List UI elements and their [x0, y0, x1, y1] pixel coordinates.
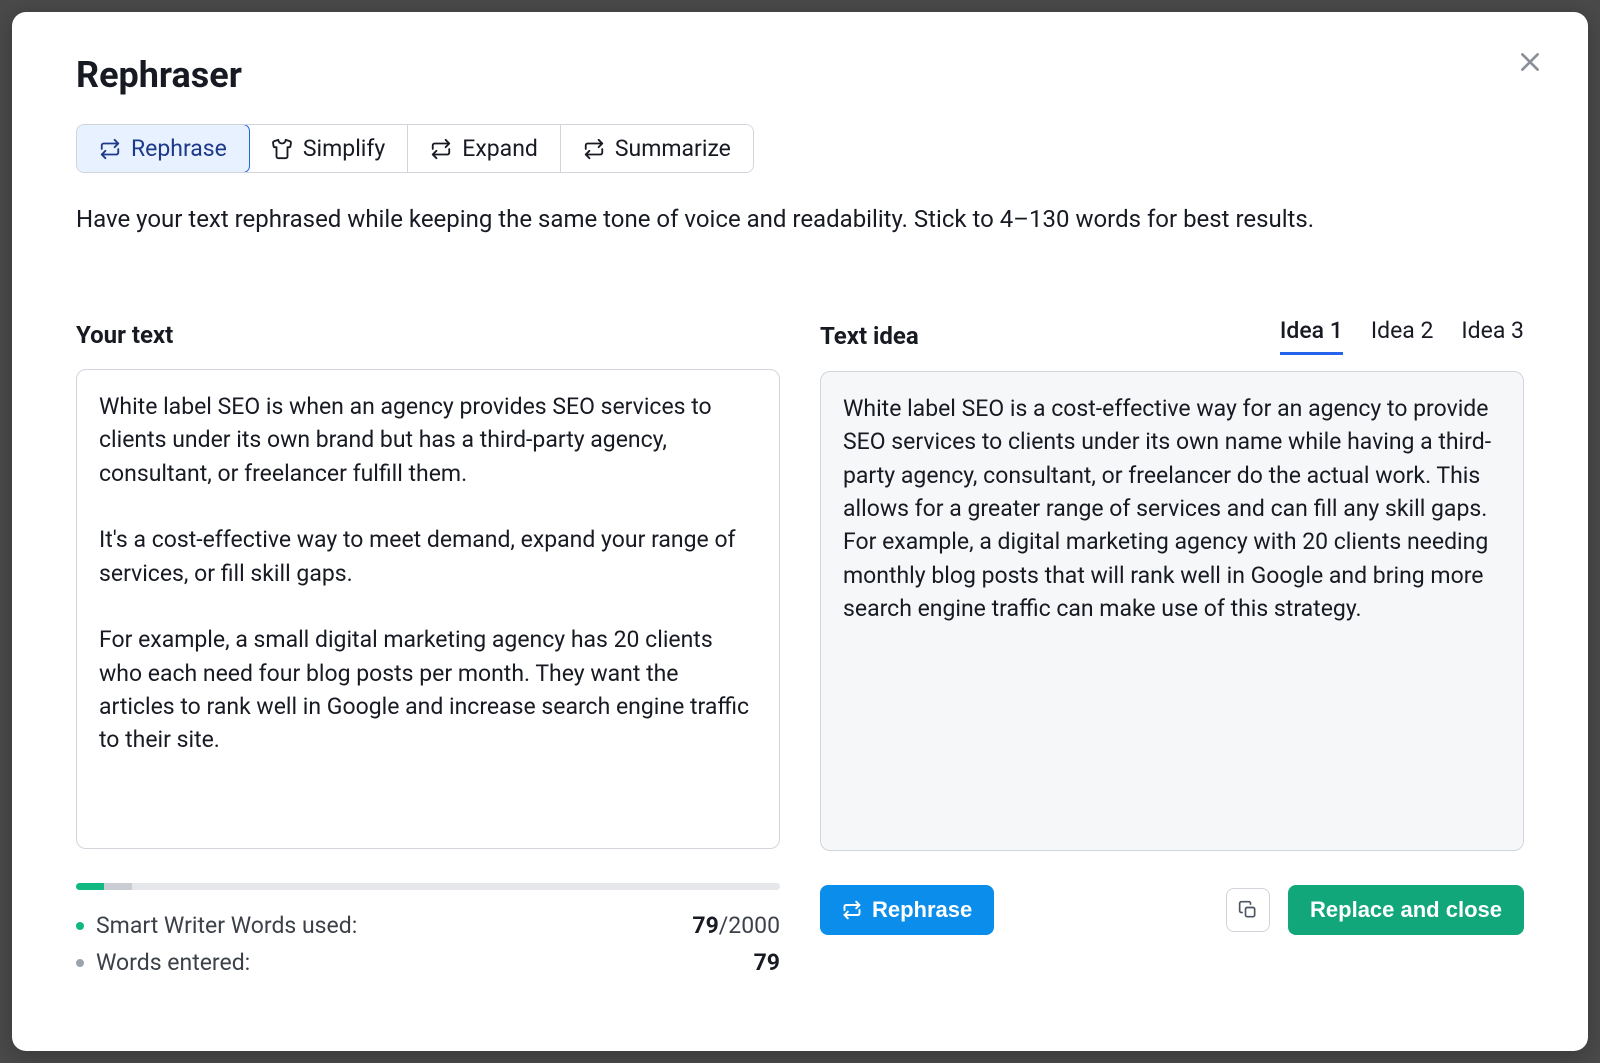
- tab-simplify-label: Simplify: [303, 135, 385, 162]
- progress-fill-used: [76, 883, 104, 890]
- words-entered-label: Words entered:: [96, 949, 250, 976]
- panels: Your text White label SEO is when an age…: [76, 317, 1524, 986]
- output-heading: Text idea: [820, 322, 919, 350]
- words-used-limit: /2000: [719, 912, 780, 939]
- tab-rephrase[interactable]: Rephrase: [76, 124, 250, 173]
- tab-summarize-label: Summarize: [615, 135, 731, 162]
- idea-tab-1[interactable]: Idea 1: [1280, 317, 1343, 355]
- output-text: White label SEO is a cost-effective way …: [820, 371, 1524, 851]
- tab-summarize[interactable]: Summarize: [561, 125, 753, 172]
- words-used-value: 79: [692, 912, 718, 939]
- simplify-icon: [271, 138, 293, 160]
- tab-expand-label: Expand: [462, 135, 538, 162]
- copy-icon: [1238, 900, 1258, 920]
- stat-words-used: Smart Writer Words used: 79/2000: [76, 912, 780, 939]
- dot-gray-icon: [76, 959, 84, 967]
- rephrase-button-label: Rephrase: [872, 897, 972, 923]
- copy-button[interactable]: [1226, 888, 1270, 932]
- close-button[interactable]: [1508, 40, 1552, 84]
- tab-rephrase-label: Rephrase: [131, 135, 227, 162]
- idea-tabs: Idea 1 Idea 2 Idea 3: [1280, 317, 1524, 355]
- rephrase-button[interactable]: Rephrase: [820, 885, 994, 935]
- idea-tab-3[interactable]: Idea 3: [1461, 317, 1524, 355]
- close-icon: [1517, 49, 1543, 75]
- rephraser-modal: Rephraser Rephrase Simplify Expand Summa…: [12, 12, 1588, 1051]
- mode-description: Have your text rephrased while keeping t…: [76, 201, 1524, 237]
- summarize-icon: [583, 138, 605, 160]
- mode-tabs: Rephrase Simplify Expand Summarize: [76, 124, 754, 173]
- usage-progress-bar: [76, 883, 780, 890]
- stat-words-entered: Words entered: 79: [76, 949, 780, 976]
- input-heading: Your text: [76, 321, 173, 349]
- modal-title: Rephraser: [76, 54, 1524, 96]
- tab-expand[interactable]: Expand: [408, 125, 561, 172]
- input-panel: Your text White label SEO is when an age…: [76, 317, 780, 986]
- replace-close-button[interactable]: Replace and close: [1288, 885, 1524, 935]
- rephrase-action-icon: [842, 900, 862, 920]
- rephrase-icon: [99, 138, 121, 160]
- tab-simplify[interactable]: Simplify: [249, 125, 408, 172]
- idea-tab-2[interactable]: Idea 2: [1371, 317, 1434, 355]
- words-entered-value: 79: [754, 949, 780, 976]
- dot-green-icon: [76, 922, 84, 930]
- replace-close-label: Replace and close: [1310, 897, 1502, 923]
- progress-fill-entered: [104, 883, 132, 890]
- output-actions: Rephrase Replace and close: [820, 885, 1524, 935]
- usage-stats: Smart Writer Words used: 79/2000 Words e…: [76, 883, 780, 986]
- words-used-label: Smart Writer Words used:: [96, 912, 357, 939]
- input-textarea[interactable]: White label SEO is when an agency provid…: [76, 369, 780, 849]
- output-panel: Text idea Idea 1 Idea 2 Idea 3 White lab…: [820, 317, 1524, 986]
- expand-icon: [430, 138, 452, 160]
